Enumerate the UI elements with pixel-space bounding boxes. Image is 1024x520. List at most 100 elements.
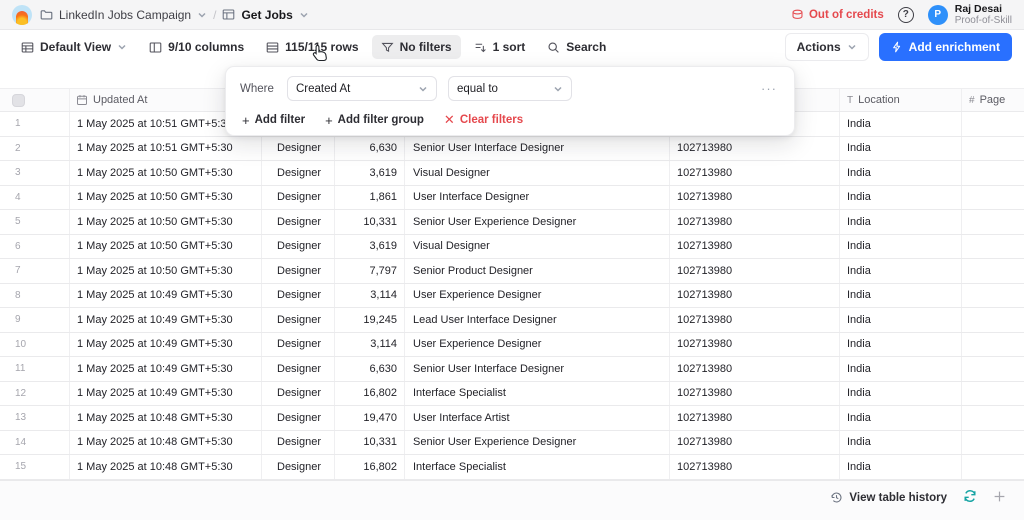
row-number[interactable]: 14 — [0, 431, 70, 455]
cell-page[interactable] — [962, 357, 1024, 381]
cell-updated-at[interactable]: 1 May 2025 at 10:50 GMT+5:30 — [70, 161, 262, 185]
cell-geo-id[interactable]: 102713980 — [670, 186, 840, 210]
cell-page[interactable] — [962, 259, 1024, 283]
row-number[interactable]: 1 — [0, 112, 70, 136]
row-number[interactable]: 6 — [0, 235, 70, 259]
cell-job-title[interactable]: Senior User Experience Designer — [405, 210, 670, 234]
cell-geo-id[interactable]: 102713980 — [670, 333, 840, 357]
cell-job-title[interactable]: Senior User Interface Designer — [405, 357, 670, 381]
cell-job-function[interactable]: Designer — [262, 406, 335, 430]
breadcrumb-table[interactable]: Get Jobs — [241, 8, 292, 22]
cell-location[interactable]: India — [840, 210, 962, 234]
select-all-header[interactable] — [0, 89, 70, 111]
clear-filters-button[interactable]: ✕ Clear filters — [444, 112, 523, 128]
cell-geo-id[interactable]: 102713980 — [670, 357, 840, 381]
cell-job-title[interactable]: Senior Product Designer — [405, 259, 670, 283]
cell-job-function[interactable]: Designer — [262, 382, 335, 406]
cell-job-function[interactable]: Designer — [262, 137, 335, 161]
cell-count[interactable]: 10,331 — [335, 210, 405, 234]
cell-job-function[interactable]: Designer — [262, 431, 335, 455]
cell-job-function[interactable]: Designer — [262, 235, 335, 259]
cell-count[interactable]: 6,630 — [335, 357, 405, 381]
cell-job-function[interactable]: Designer — [262, 333, 335, 357]
cell-updated-at[interactable]: 1 May 2025 at 10:49 GMT+5:30 — [70, 357, 262, 381]
cell-geo-id[interactable]: 102713980 — [670, 235, 840, 259]
cell-location[interactable]: India — [840, 382, 962, 406]
cell-updated-at[interactable]: 1 May 2025 at 10:48 GMT+5:30 — [70, 455, 262, 479]
cell-location[interactable]: India — [840, 455, 962, 479]
cell-job-title[interactable]: Interface Specialist — [405, 382, 670, 406]
cell-count[interactable]: 6,630 — [335, 137, 405, 161]
add-filter-group-button[interactable]: + Add filter group — [325, 113, 424, 128]
columns-button[interactable]: 9/10 columns — [140, 35, 253, 59]
row-number[interactable]: 11 — [0, 357, 70, 381]
cell-page[interactable] — [962, 186, 1024, 210]
out-of-credits-badge[interactable]: Out of credits — [791, 8, 884, 21]
cell-updated-at[interactable]: 1 May 2025 at 10:49 GMT+5:30 — [70, 284, 262, 308]
cell-job-title[interactable]: Interface Specialist — [405, 455, 670, 479]
default-view-button[interactable]: Default View — [12, 35, 136, 59]
cell-page[interactable] — [962, 112, 1024, 136]
cell-job-function[interactable]: Designer — [262, 284, 335, 308]
cell-count[interactable]: 16,802 — [335, 382, 405, 406]
add-filter-button[interactable]: + Add filter — [242, 113, 305, 128]
cell-location[interactable]: India — [840, 186, 962, 210]
cell-geo-id[interactable]: 102713980 — [670, 406, 840, 430]
cell-updated-at[interactable]: 1 May 2025 at 10:48 GMT+5:30 — [70, 431, 262, 455]
row-number[interactable]: 8 — [0, 284, 70, 308]
actions-button[interactable]: Actions — [785, 33, 869, 61]
cell-job-title[interactable]: User Interface Artist — [405, 406, 670, 430]
cell-page[interactable] — [962, 431, 1024, 455]
cell-count[interactable]: 3,619 — [335, 161, 405, 185]
cell-geo-id[interactable]: 102713980 — [670, 284, 840, 308]
row-number[interactable]: 4 — [0, 186, 70, 210]
cell-count[interactable]: 7,797 — [335, 259, 405, 283]
cell-geo-id[interactable]: 102713980 — [670, 161, 840, 185]
view-table-history-button[interactable]: View table history — [830, 491, 947, 504]
help-icon[interactable]: ? — [898, 7, 914, 23]
cell-updated-at[interactable]: 1 May 2025 at 10:50 GMT+5:30 — [70, 259, 262, 283]
cell-location[interactable]: India — [840, 308, 962, 332]
cell-geo-id[interactable]: 102713980 — [670, 431, 840, 455]
cell-page[interactable] — [962, 284, 1024, 308]
cell-page[interactable] — [962, 137, 1024, 161]
user-menu[interactable]: P Raj Desai Proof-of-Skill — [928, 3, 1012, 27]
cell-updated-at[interactable]: 1 May 2025 at 10:48 GMT+5:30 — [70, 406, 262, 430]
select-all-checkbox[interactable] — [12, 94, 25, 107]
cell-job-title[interactable]: Senior User Experience Designer — [405, 431, 670, 455]
cell-updated-at[interactable]: 1 May 2025 at 10:50 GMT+5:30 — [70, 210, 262, 234]
cell-page[interactable] — [962, 210, 1024, 234]
row-number[interactable]: 12 — [0, 382, 70, 406]
filter-field-select[interactable]: Created At — [287, 76, 437, 101]
cell-count[interactable]: 19,470 — [335, 406, 405, 430]
cell-job-function[interactable]: Designer — [262, 357, 335, 381]
cell-geo-id[interactable]: 102713980 — [670, 455, 840, 479]
cell-job-title[interactable]: User Experience Designer — [405, 284, 670, 308]
cell-geo-id[interactable]: 102713980 — [670, 308, 840, 332]
cell-location[interactable]: India — [840, 137, 962, 161]
cell-updated-at[interactable]: 1 May 2025 at 10:50 GMT+5:30 — [70, 186, 262, 210]
add-enrichment-button[interactable]: Add enrichment — [879, 33, 1012, 61]
cell-geo-id[interactable]: 102713980 — [670, 259, 840, 283]
filters-button[interactable]: No filters — [372, 35, 461, 59]
row-number[interactable]: 2 — [0, 137, 70, 161]
chevron-down-icon[interactable] — [299, 10, 309, 20]
cell-count[interactable]: 19,245 — [335, 308, 405, 332]
cell-updated-at[interactable]: 1 May 2025 at 10:49 GMT+5:30 — [70, 308, 262, 332]
cell-job-function[interactable]: Designer — [262, 186, 335, 210]
cell-location[interactable]: India — [840, 161, 962, 185]
cell-location[interactable]: India — [840, 431, 962, 455]
cell-job-function[interactable]: Designer — [262, 308, 335, 332]
row-number[interactable]: 7 — [0, 259, 70, 283]
cell-location[interactable]: India — [840, 284, 962, 308]
search-button[interactable]: Search — [538, 35, 615, 59]
row-number[interactable]: 13 — [0, 406, 70, 430]
cell-job-function[interactable]: Designer — [262, 161, 335, 185]
cell-count[interactable]: 3,114 — [335, 333, 405, 357]
row-number[interactable]: 5 — [0, 210, 70, 234]
cell-page[interactable] — [962, 406, 1024, 430]
cell-location[interactable]: India — [840, 235, 962, 259]
refresh-icon[interactable] — [963, 489, 977, 507]
cell-page[interactable] — [962, 235, 1024, 259]
cell-job-title[interactable]: Visual Designer — [405, 161, 670, 185]
